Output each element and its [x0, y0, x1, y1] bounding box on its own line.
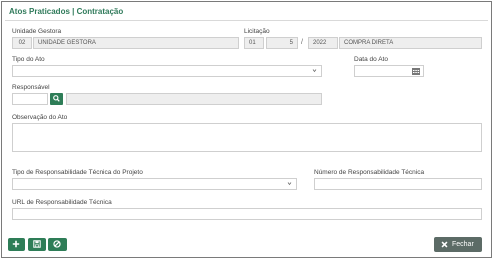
url-resp-tecnica-input[interactable] — [12, 208, 482, 220]
plus-icon — [12, 240, 20, 248]
responsavel-name-field — [66, 93, 322, 105]
tipo-resp-tecnica-select[interactable] — [12, 178, 297, 190]
licitacao-label: Licitação — [244, 28, 270, 35]
dialog-title: Atos Praticados | Contratação — [9, 7, 124, 16]
url-resp-tecnica-label: URL de Responsabilidade Técnica — [12, 199, 112, 206]
close-button-label: Fechar — [452, 241, 474, 248]
dialog-window: Atos Praticados | Contratação Unidade Ge… — [1, 1, 492, 258]
licitacao-year-field: 2022 — [308, 37, 338, 49]
data-ato-label: Data do Ato — [354, 56, 388, 63]
close-button[interactable]: Fechar — [434, 237, 482, 252]
tipo-ato-select[interactable] — [12, 65, 322, 77]
licitacao-separator: / — [301, 39, 303, 46]
cancel-button[interactable] — [48, 238, 67, 251]
licitacao-sequence-field: 5 — [266, 37, 298, 49]
numero-resp-tecnica-label: Número de Responsabilidade Técnica — [314, 169, 425, 176]
unidade-gestora-name-field: UNIDADE GESTORA — [33, 37, 239, 49]
unidade-gestora-code-field: 02 — [12, 37, 32, 49]
unidade-gestora-label: Unidade Gestora — [12, 28, 62, 35]
floppy-icon — [33, 240, 41, 248]
calendar-icon[interactable] — [412, 68, 420, 75]
responsavel-label: Responsável — [12, 84, 50, 91]
title-divider — [5, 20, 488, 21]
save-button[interactable] — [28, 238, 46, 251]
chevron-down-icon — [287, 182, 292, 186]
data-ato-input[interactable] — [354, 65, 424, 77]
licitacao-modalidade-field: COMPRA DIRETA — [339, 37, 482, 49]
responsavel-code-input[interactable] — [12, 93, 48, 105]
licitacao-number-field: 01 — [244, 37, 264, 49]
chevron-down-icon — [312, 69, 317, 73]
search-icon — [53, 95, 60, 102]
numero-resp-tecnica-input[interactable] — [314, 178, 482, 190]
x-icon — [441, 241, 448, 248]
responsavel-search-button[interactable] — [50, 93, 63, 105]
tipo-resp-tecnica-label: Tipo de Responsabilidade Técnica do Proj… — [12, 169, 143, 176]
tipo-ato-label: Tipo do Ato — [12, 56, 45, 63]
add-button[interactable] — [8, 238, 25, 251]
ban-icon — [53, 240, 61, 248]
observacao-label: Observação do Ato — [12, 114, 68, 121]
observacao-textarea[interactable] — [12, 123, 482, 152]
